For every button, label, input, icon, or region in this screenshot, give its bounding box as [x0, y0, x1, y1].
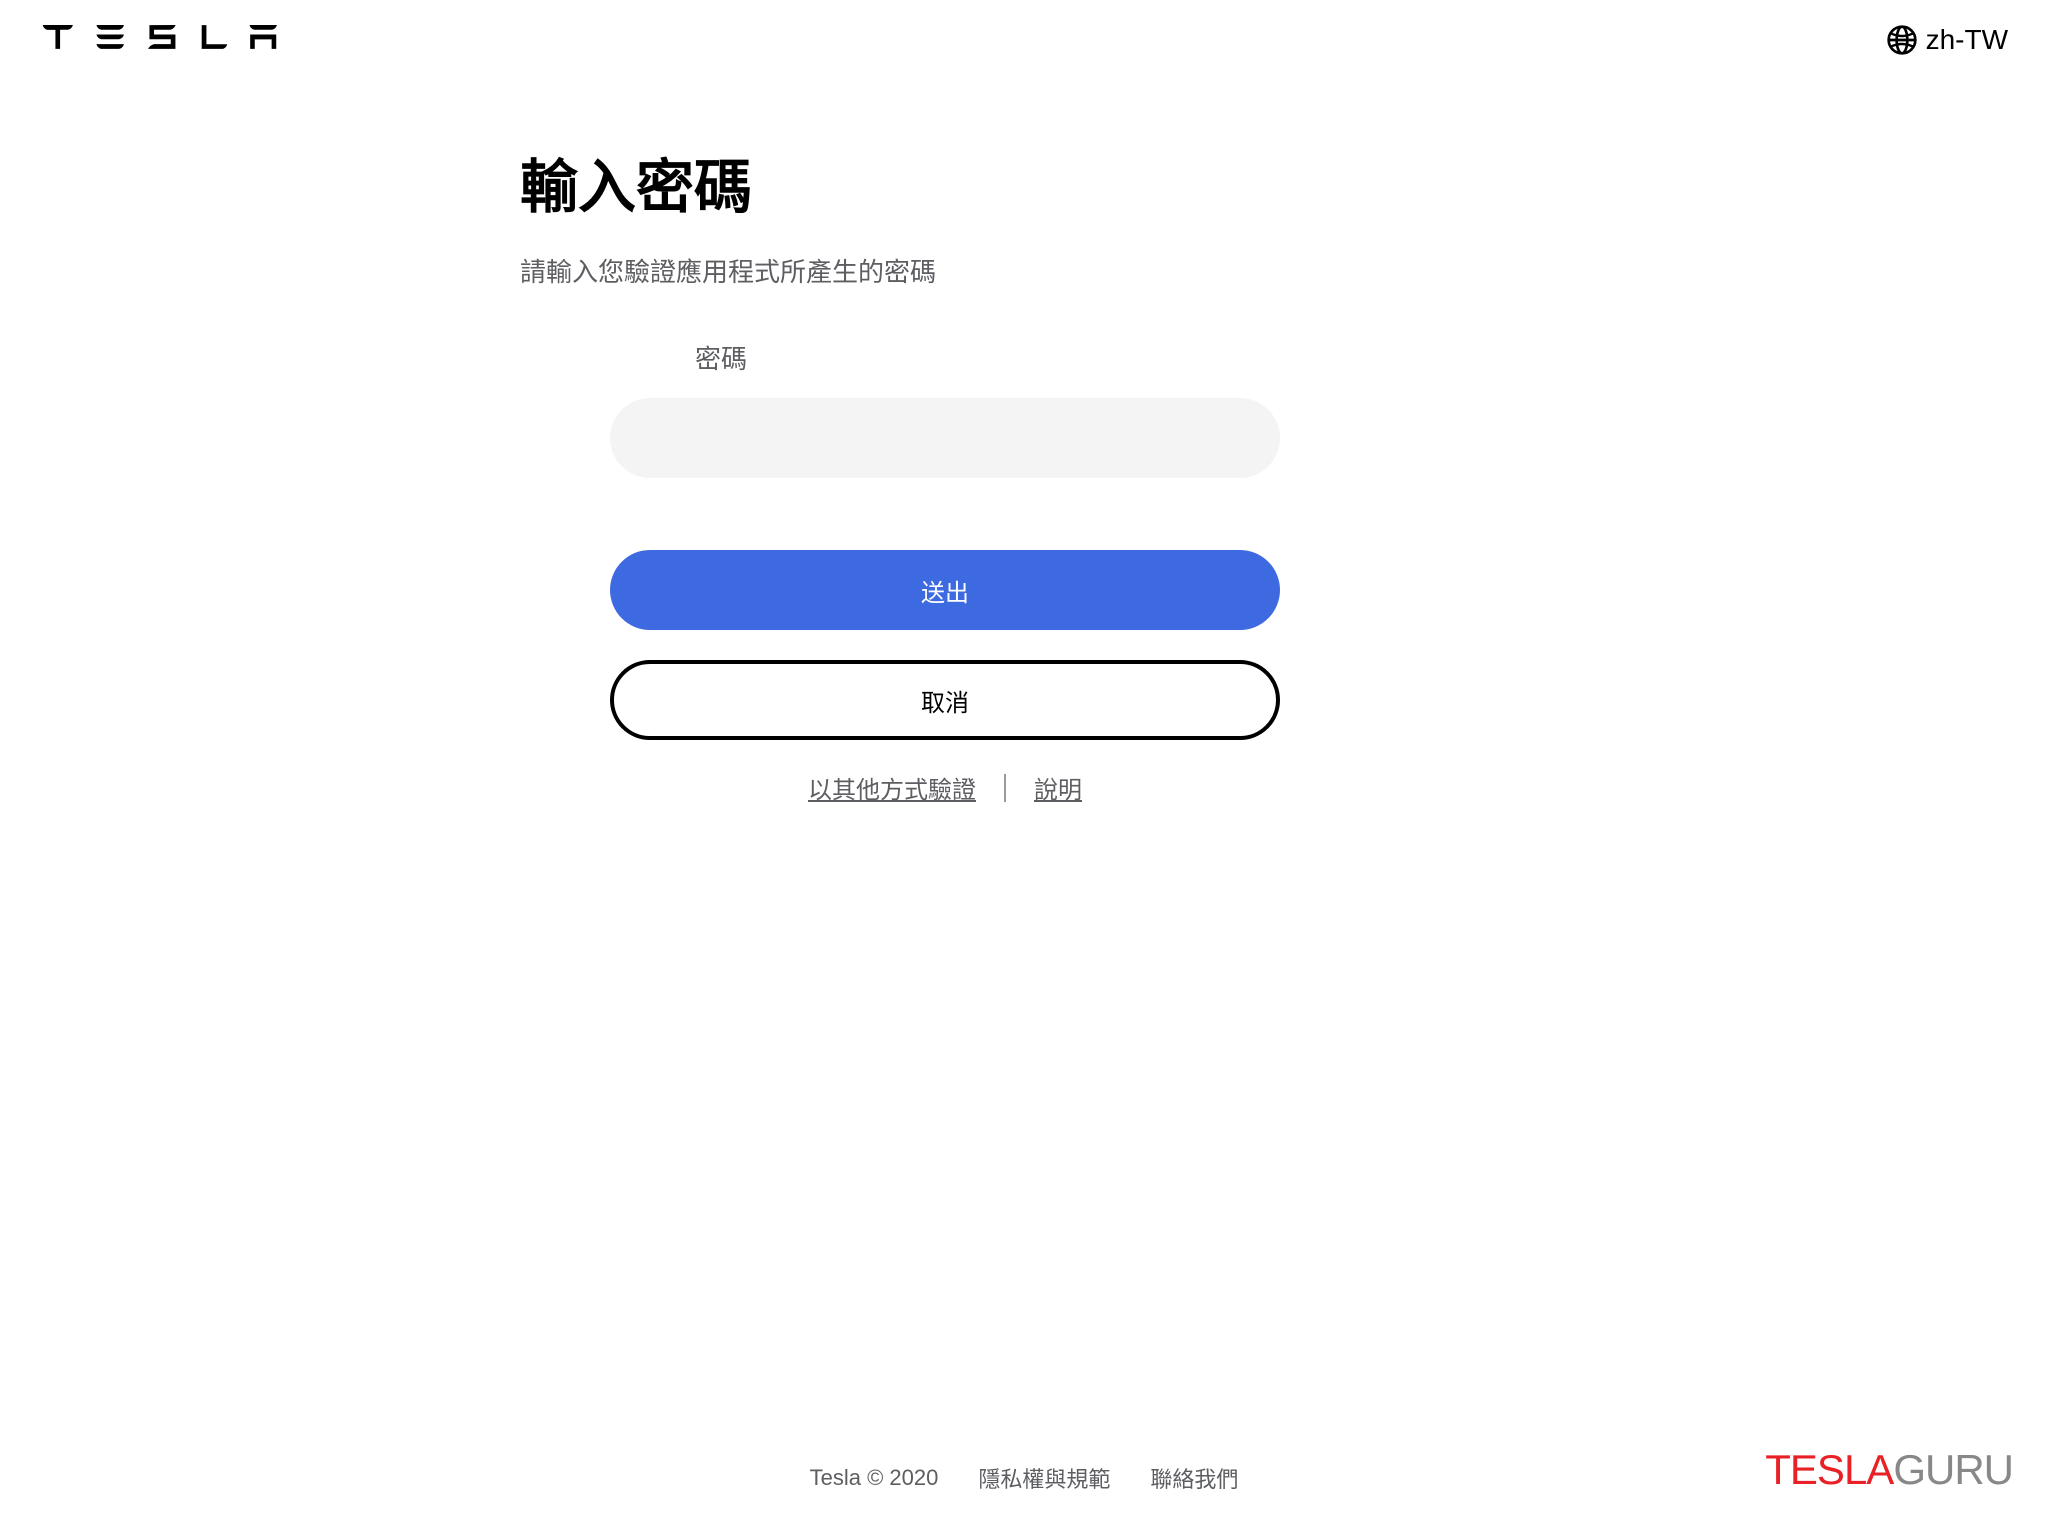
page-subtitle: 請輸入您驗證應用程式所產生的密碼: [520, 252, 1370, 289]
language-label: zh-TW: [1926, 24, 2008, 56]
page-title: 輸入密碼: [520, 140, 1370, 224]
main-content: 輸入密碼 請輸入您驗證應用程式所產生的密碼 密碼 送出 取消 以其他方式驗證 說…: [520, 140, 1370, 805]
alternate-verify-link[interactable]: 以其他方式驗證: [808, 770, 976, 805]
password-input[interactable]: [610, 398, 1280, 478]
footer-copyright: Tesla © 2020: [810, 1465, 939, 1491]
password-label: 密碼: [695, 339, 1370, 376]
cancel-button[interactable]: 取消: [610, 660, 1280, 740]
language-selector[interactable]: zh-TW: [1886, 24, 2008, 56]
link-divider: [1004, 774, 1006, 802]
footer-contact-link[interactable]: 聯絡我們: [1150, 1462, 1238, 1494]
watermark: TESLAGURU: [1765, 1446, 2013, 1494]
watermark-brand: TESLA: [1765, 1446, 1893, 1493]
links-row: 以其他方式驗證 說明: [520, 770, 1370, 805]
button-group: 送出 取消: [520, 550, 1370, 740]
submit-button[interactable]: 送出: [610, 550, 1280, 630]
input-wrapper: [520, 398, 1370, 478]
header: zh-TW: [0, 0, 2048, 80]
tesla-wordmark-icon: [40, 25, 280, 49]
globe-icon: [1886, 24, 1918, 56]
tesla-logo[interactable]: [40, 24, 280, 56]
footer-privacy-link[interactable]: 隱私權與規範: [978, 1462, 1110, 1494]
help-link[interactable]: 說明: [1034, 770, 1082, 805]
footer: Tesla © 2020 隱私權與規範 聯絡我們: [0, 1462, 2048, 1494]
watermark-suffix: GURU: [1893, 1446, 2013, 1493]
